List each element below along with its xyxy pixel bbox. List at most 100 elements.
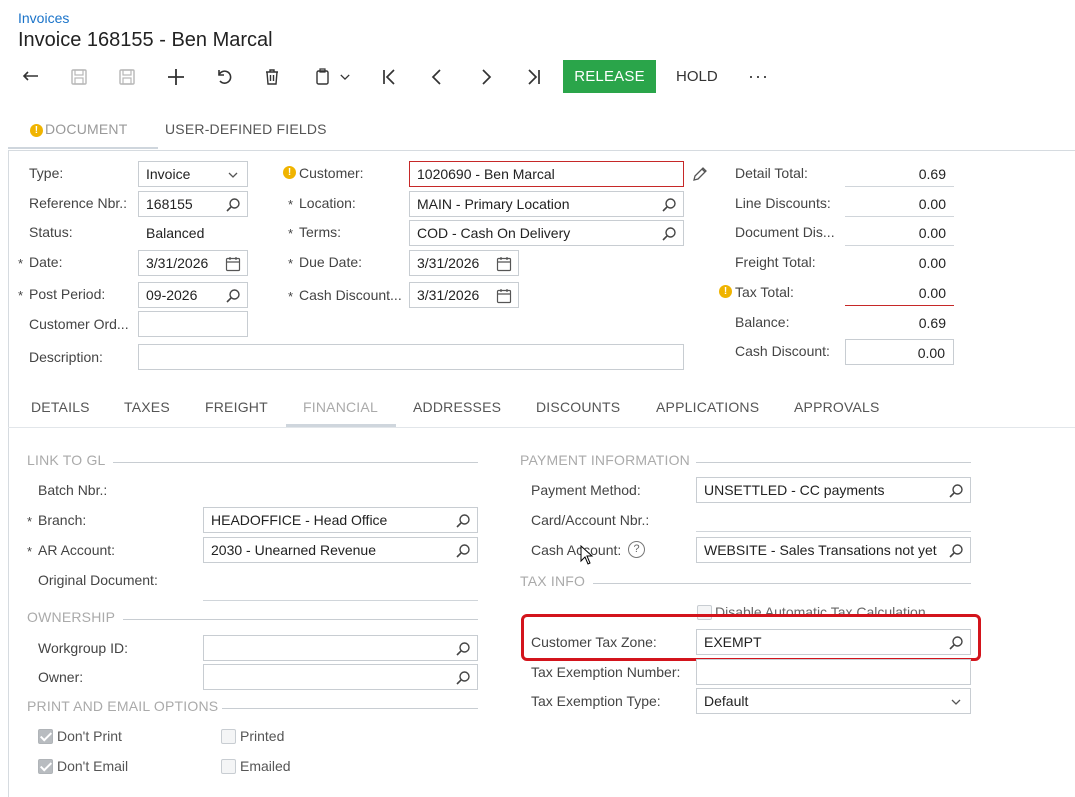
- required-mark: *: [27, 544, 33, 559]
- tab-addresses[interactable]: ADDRESSES: [413, 399, 501, 415]
- tax-total-value: 0.00: [845, 280, 954, 306]
- search-icon[interactable]: [948, 542, 964, 558]
- search-icon[interactable]: [225, 196, 241, 212]
- cash-account-label: Cash Account:: [531, 542, 622, 558]
- search-icon[interactable]: [225, 287, 241, 303]
- balance-label: Balance:: [735, 314, 790, 330]
- cash-discount-input[interactable]: 0.00: [845, 339, 954, 365]
- type-select[interactable]: Invoice: [138, 161, 248, 187]
- back-icon[interactable]: [18, 64, 44, 90]
- last-record-icon[interactable]: [521, 64, 547, 90]
- tab-taxes[interactable]: TAXES: [124, 399, 170, 415]
- tab-discounts[interactable]: DISCOUNTS: [536, 399, 620, 415]
- group-divider: [113, 462, 478, 463]
- page-title: Invoice 168155 - Ben Marcal: [18, 29, 273, 51]
- help-icon[interactable]: ?: [628, 541, 645, 558]
- first-record-icon[interactable]: [376, 64, 402, 90]
- due-date-input[interactable]: 3/31/2026: [409, 250, 519, 276]
- workgroup-input[interactable]: [203, 635, 478, 661]
- card-account-nbr-field: [696, 531, 971, 532]
- group-divider: [593, 583, 971, 584]
- date-input[interactable]: 3/31/2026: [138, 250, 248, 276]
- printed-label: Printed: [240, 728, 285, 744]
- terms-input[interactable]: COD - Cash On Delivery: [409, 220, 684, 246]
- owner-label: Owner:: [38, 669, 84, 685]
- link-to-gl-title: LINK TO GL: [27, 452, 106, 468]
- next-record-icon[interactable]: [473, 64, 499, 90]
- hold-button[interactable]: HOLD: [668, 60, 726, 93]
- tab-user-defined-fields[interactable]: USER-DEFINED FIELDS: [165, 121, 327, 137]
- tab-document[interactable]: ! DOCUMENT: [30, 121, 127, 137]
- mouse-cursor-icon: [580, 544, 594, 565]
- customer-label: Customer:: [299, 165, 364, 181]
- owner-input[interactable]: [203, 664, 478, 690]
- payment-method-input[interactable]: UNSETTLED - CC payments: [696, 477, 971, 503]
- required-mark: *: [288, 197, 294, 212]
- payment-method-label: Payment Method:: [531, 482, 641, 498]
- save-icon[interactable]: [114, 64, 140, 90]
- ar-account-label: AR Account:: [38, 542, 116, 558]
- tab-financial[interactable]: FINANCIAL: [303, 399, 378, 415]
- payment-information-title: PAYMENT INFORMATION: [520, 452, 690, 468]
- chevron-down-icon: [340, 74, 350, 80]
- search-icon[interactable]: [661, 196, 677, 212]
- tab-approvals[interactable]: APPROVALS: [794, 399, 880, 415]
- cash-discount-date-label: Cash Discount...: [299, 287, 402, 303]
- emailed-checkbox[interactable]: [221, 759, 236, 774]
- tab-applications[interactable]: APPLICATIONS: [656, 399, 759, 415]
- original-document-label: Original Document:: [38, 572, 158, 588]
- location-input[interactable]: MAIN - Primary Location: [409, 191, 684, 217]
- warning-icon: !: [30, 124, 43, 137]
- tab-freight[interactable]: FREIGHT: [205, 399, 268, 415]
- printed-checkbox[interactable]: [221, 729, 236, 744]
- search-icon[interactable]: [455, 669, 471, 685]
- add-icon[interactable]: [163, 64, 189, 90]
- previous-record-icon[interactable]: [424, 64, 450, 90]
- breadcrumb-invoices[interactable]: Invoices: [18, 10, 69, 26]
- tax-total-label: Tax Total:: [735, 284, 794, 300]
- document-discount-label: Document Dis...: [735, 224, 835, 240]
- branch-input[interactable]: HEADOFFICE - Head Office: [203, 507, 478, 533]
- customer-order-input[interactable]: [138, 311, 248, 337]
- search-icon[interactable]: [455, 542, 471, 558]
- tab-details[interactable]: DETAILS: [31, 399, 90, 415]
- dont-email-checkbox[interactable]: [38, 759, 53, 774]
- search-icon[interactable]: [455, 512, 471, 528]
- group-divider: [696, 462, 971, 463]
- active-sub-tab-indicator: [286, 424, 396, 427]
- due-date-label: Due Date:: [299, 254, 363, 270]
- calendar-icon[interactable]: [225, 255, 241, 272]
- edit-icon[interactable]: [691, 165, 709, 183]
- release-button[interactable]: RELEASE: [563, 60, 656, 93]
- copy-paste-icon[interactable]: [308, 64, 356, 90]
- calendar-icon[interactable]: [496, 287, 512, 304]
- calendar-icon[interactable]: [496, 255, 512, 272]
- delete-icon[interactable]: [259, 64, 285, 90]
- tax-exemption-type-label: Tax Exemption Type:: [531, 693, 661, 709]
- tax-exemption-number-input[interactable]: [696, 659, 971, 685]
- tax-exemption-type-select[interactable]: Default: [696, 688, 971, 714]
- description-input[interactable]: [138, 344, 684, 370]
- reference-nbr-input[interactable]: 168155: [138, 191, 248, 217]
- ar-account-input[interactable]: 2030 - Unearned Revenue: [203, 537, 478, 563]
- post-period-input[interactable]: 09-2026: [138, 282, 248, 308]
- tax-exemption-number-label: Tax Exemption Number:: [531, 664, 681, 680]
- group-divider: [123, 619, 478, 620]
- tax-info-title: TAX INFO: [520, 573, 586, 589]
- original-document-field: [203, 600, 478, 601]
- dont-print-checkbox[interactable]: [38, 729, 53, 744]
- save-close-icon[interactable]: [66, 64, 92, 90]
- cash-account-input[interactable]: WEBSITE - Sales Transations not yet: [696, 537, 971, 563]
- terms-label: Terms:: [299, 224, 341, 240]
- search-icon[interactable]: [455, 640, 471, 656]
- workgroup-label: Workgroup ID:: [38, 640, 128, 656]
- undo-icon[interactable]: [211, 64, 237, 90]
- cash-discount-date-input[interactable]: 3/31/2026: [409, 282, 519, 308]
- search-icon[interactable]: [948, 482, 964, 498]
- customer-input[interactable]: 1020690 - Ben Marcal: [409, 161, 684, 187]
- dont-email-label: Don't Email: [57, 758, 129, 774]
- more-actions-button[interactable]: ···: [742, 60, 772, 93]
- search-icon[interactable]: [661, 225, 677, 241]
- required-mark: *: [27, 514, 33, 529]
- detail-total-value: 0.69: [845, 161, 954, 187]
